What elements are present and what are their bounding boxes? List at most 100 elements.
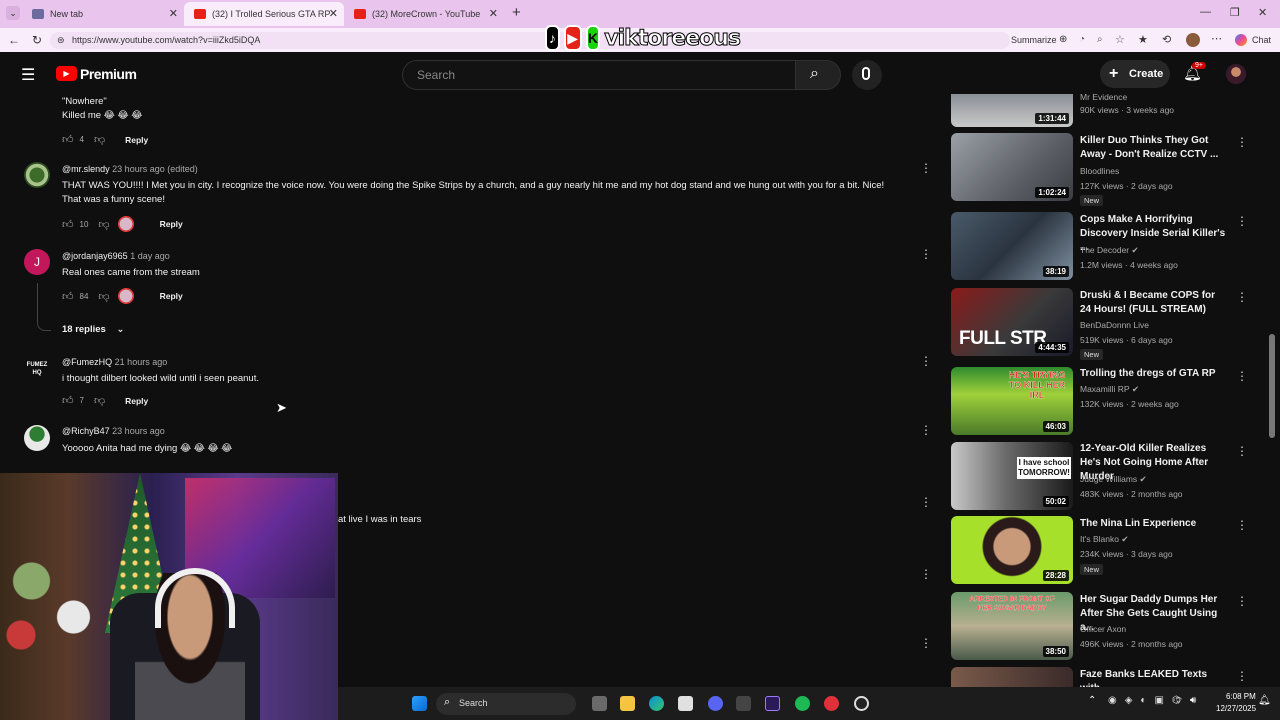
windows-start-icon[interactable] [412, 696, 427, 711]
search-button[interactable]: ⌕ [795, 60, 841, 90]
voice-search-button[interactable] [852, 60, 882, 90]
video-thumbnail[interactable]: FULL STR 4:44:35 [951, 288, 1073, 356]
comment-author[interactable]: @RichyB47 [62, 426, 110, 436]
back-icon[interactable]: ← [8, 33, 20, 47]
video-channel[interactable]: Bloodlines [1080, 166, 1119, 176]
video-thumbnail[interactable]: 1:02:24 [951, 133, 1073, 201]
xbox-app-icon[interactable] [736, 696, 751, 711]
dislike-icon[interactable]: 👎︎ [98, 218, 109, 231]
edge-browser-icon[interactable] [649, 696, 664, 711]
video-thumbnail[interactable]: 1:31:44 [951, 94, 1073, 127]
reply-button[interactable]: Reply [125, 396, 148, 406]
premiere-pro-icon[interactable] [765, 696, 780, 711]
video-channel[interactable]: Officer Axon [1080, 624, 1126, 634]
create-button[interactable]: + Create [1100, 60, 1170, 88]
avatar[interactable] [24, 425, 50, 451]
notification-bell-icon[interactable]: 🔔︎ [1258, 695, 1271, 706]
reload-icon[interactable]: ↻ [32, 33, 42, 47]
app-red-icon[interactable] [824, 696, 839, 711]
comment-more-icon[interactable]: ⋮ [920, 161, 932, 175]
video-more-icon[interactable]: ⋮ [1236, 669, 1248, 683]
taskbar-search[interactable]: ⌕ Search [436, 693, 576, 715]
tab-list-chevron-icon[interactable]: ⌄ [6, 6, 20, 20]
close-tab-icon[interactable]: ✕ [329, 7, 338, 20]
wifi-icon[interactable]: ⌔ [1174, 695, 1183, 708]
video-title[interactable]: Druski & I Became COPS for 24 Hours! (FU… [1080, 289, 1228, 317]
restore-icon[interactable]: ❐ [1230, 6, 1240, 19]
video-more-icon[interactable]: ⋮ [1236, 214, 1248, 228]
obs-icon[interactable] [854, 696, 869, 711]
comment-author[interactable]: @FumezHQ [62, 357, 112, 367]
new-tab-plus-icon[interactable]: + [512, 4, 521, 21]
chat-label[interactable]: Chat [1252, 35, 1271, 45]
read-aloud-icon[interactable]: ◔ [1079, 34, 1085, 45]
like-icon[interactable]: 👍︎ [62, 290, 74, 303]
youtube-logo-icon[interactable]: ▶ [56, 66, 77, 81]
video-more-icon[interactable]: ⋮ [1236, 290, 1248, 304]
store-icon[interactable] [678, 696, 693, 711]
tab-new-tab[interactable]: New tab ✕ [22, 2, 184, 26]
like-icon[interactable]: 👍︎ [62, 394, 74, 407]
taskbar-time[interactable]: 6:08 PM [1226, 692, 1256, 701]
comment-author[interactable]: @mr.slendy [62, 164, 110, 174]
video-thumbnail[interactable]: I have school TOMORROW! 50:02 [951, 442, 1073, 510]
comment-time[interactable]: 21 hours ago [115, 357, 168, 367]
comment-more-icon[interactable]: ⋮ [920, 423, 932, 437]
close-tab-icon[interactable]: ✕ [489, 7, 498, 20]
video-thumbnail[interactable]: 28:28 [951, 516, 1073, 584]
account-avatar[interactable] [1226, 64, 1246, 84]
video-channel[interactable]: It's Blanko ✔ [1080, 534, 1128, 545]
tab-morecrown[interactable]: (32) MoreCrown - YouTube ✕ [344, 2, 504, 26]
site-info-icon[interactable]: ⊜ [57, 32, 65, 49]
video-channel[interactable]: Judge Williams ✔ [1080, 474, 1147, 485]
reply-button[interactable]: Reply [125, 135, 148, 145]
window-close-icon[interactable]: ✕ [1258, 6, 1267, 19]
favorites-icon[interactable]: ★ [1138, 33, 1148, 46]
like-icon[interactable]: 👍︎ [62, 133, 74, 146]
summarize-label[interactable]: Summarize [1011, 35, 1057, 45]
favorite-star-icon[interactable]: ☆ [1115, 33, 1125, 46]
reply-button[interactable]: Reply [160, 219, 183, 229]
discord-icon[interactable] [708, 696, 723, 711]
avatar[interactable]: J [24, 249, 50, 275]
comment-more-icon[interactable]: ⋮ [920, 247, 932, 261]
video-channel[interactable]: Maxamilli RP ✔ [1080, 384, 1139, 395]
comment-time[interactable]: 1 day ago [130, 251, 170, 261]
comment-more-icon[interactable]: ⋮ [920, 636, 932, 650]
show-replies-button[interactable]: 18 replies ⌄ [62, 324, 124, 335]
avatar[interactable] [24, 162, 50, 188]
tab-gta-video[interactable]: (32) I Trolled Serious GTA RP Playe ✕ [184, 2, 344, 26]
video-more-icon[interactable]: ⋮ [1236, 135, 1248, 149]
close-tab-icon[interactable]: ✕ [169, 7, 178, 20]
copilot-icon[interactable] [1235, 34, 1247, 46]
youtube-premium-label[interactable]: Premium [80, 66, 137, 82]
video-title[interactable]: Trolling the dregs of GTA RP [1080, 367, 1228, 381]
video-channel[interactable]: Mr Evidence [1080, 92, 1127, 102]
profile-avatar[interactable] [1186, 33, 1200, 47]
avatar[interactable]: FUMEZ HQ [24, 356, 50, 382]
video-more-icon[interactable]: ⋮ [1236, 518, 1248, 532]
hamburger-menu-icon[interactable]: ☰ [21, 65, 35, 85]
video-thumbnail[interactable]: ARRESTED IN FRONT OF HER SUGAR DADDY 38:… [951, 592, 1073, 660]
video-channel[interactable]: The Decoder ✔ [1080, 245, 1139, 256]
dislike-icon[interactable]: 👎︎ [94, 394, 105, 407]
dislike-icon[interactable]: 👎︎ [94, 133, 105, 146]
video-thumbnail[interactable] [951, 667, 1073, 687]
comment-more-icon[interactable]: ⋮ [920, 495, 932, 509]
video-title[interactable]: The Nina Lin Experience [1080, 517, 1228, 531]
history-icon[interactable]: ⟲ [1162, 33, 1171, 46]
comment-time[interactable]: 23 hours ago (edited) [112, 164, 198, 174]
comment-more-icon[interactable]: ⋮ [920, 567, 932, 581]
video-thumbnail[interactable]: HE'S TRYING TO KILL HER IRL 46:03 [951, 367, 1073, 435]
spotify-icon[interactable] [795, 696, 810, 711]
video-title[interactable]: Killer Duo Thinks They Got Away - Don't … [1080, 134, 1228, 162]
file-explorer-icon[interactable] [620, 696, 635, 711]
task-view-icon[interactable] [592, 696, 607, 711]
page-scrollbar[interactable] [1269, 334, 1275, 438]
comment-author[interactable]: @jordanjay6965 [62, 251, 128, 261]
taskbar-date[interactable]: 12/27/2025 [1216, 704, 1256, 713]
tray-chevron-icon[interactable]: ⌃ [1088, 695, 1096, 706]
video-more-icon[interactable]: ⋮ [1236, 444, 1248, 458]
zoom-icon[interactable]: ⌕ [1097, 34, 1103, 45]
minimize-icon[interactable]: — [1200, 6, 1211, 18]
